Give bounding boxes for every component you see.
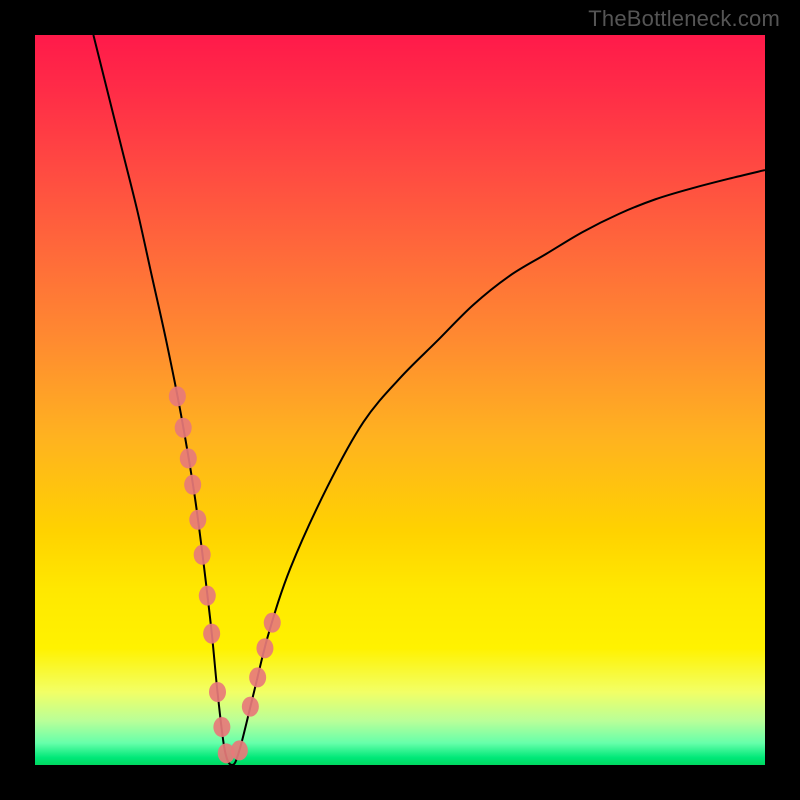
curve-marker — [194, 545, 211, 565]
curve-marker — [203, 624, 220, 644]
watermark-text: TheBottleneck.com — [588, 6, 780, 32]
curve-marker — [199, 586, 216, 606]
curve-marker — [169, 386, 186, 406]
curve-marker — [184, 475, 201, 495]
plot-area — [35, 35, 765, 765]
curve-marker — [242, 697, 259, 717]
curve-marker — [180, 448, 197, 468]
curve-marker — [209, 682, 226, 702]
curve-marker — [175, 418, 192, 438]
curve-marker — [189, 510, 206, 530]
curve-marker — [256, 638, 273, 658]
curve-marker — [264, 613, 281, 633]
curve-marker — [213, 717, 230, 737]
curve-marker — [249, 667, 266, 687]
bottleneck-curve-path — [93, 35, 765, 765]
curve-marker — [231, 740, 248, 760]
chart-svg — [35, 35, 765, 765]
